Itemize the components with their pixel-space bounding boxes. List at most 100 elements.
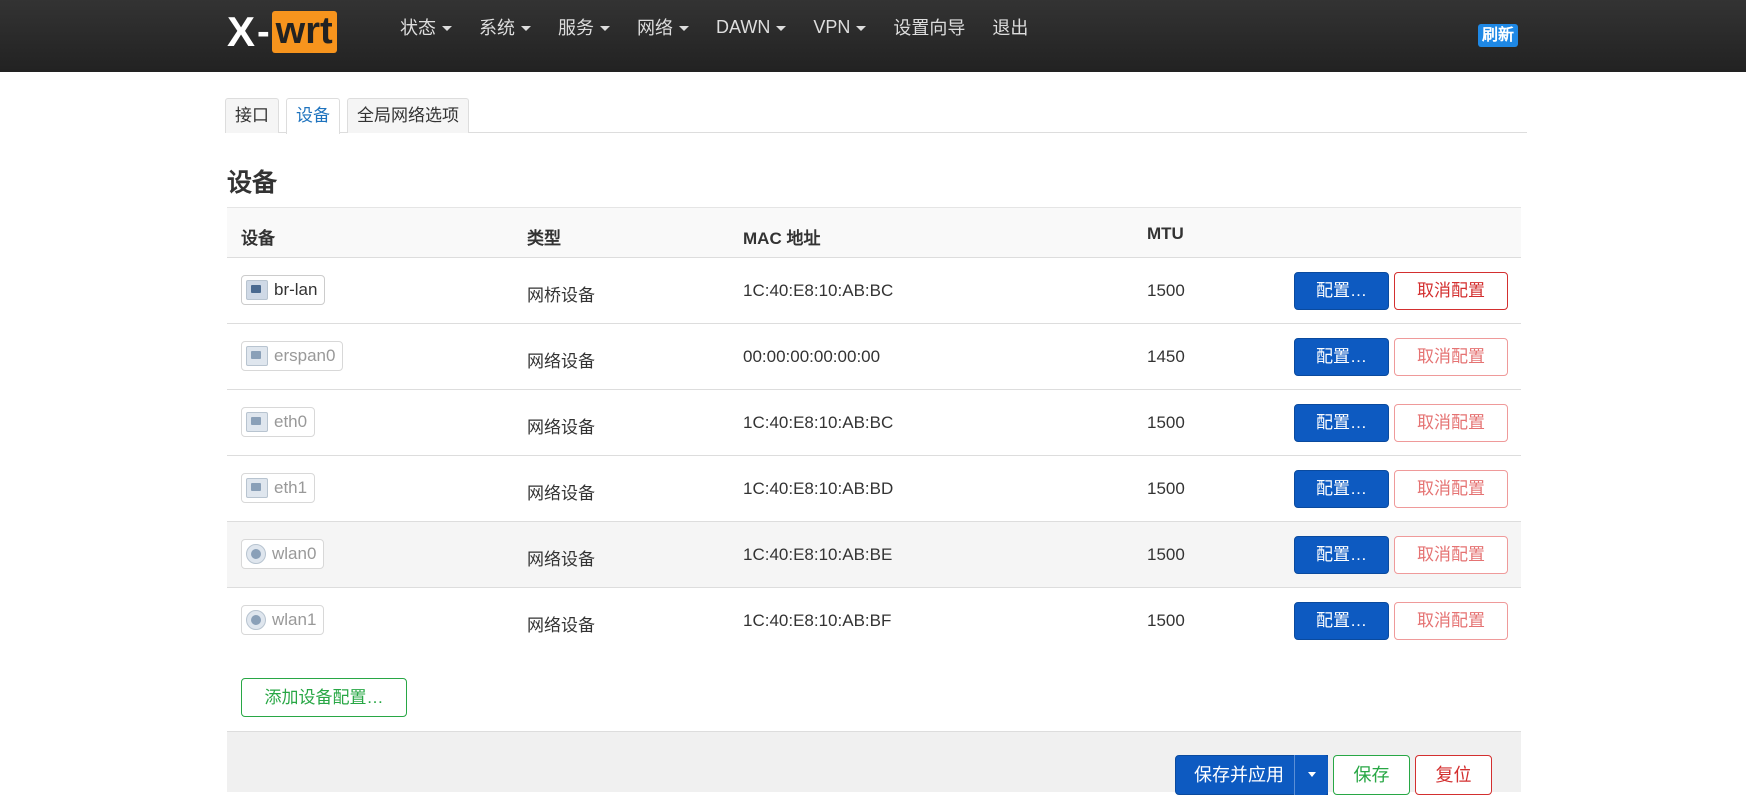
device-mtu: 1500 xyxy=(1147,281,1185,300)
device-mac: 1C:40:E8:10:AB:BF xyxy=(743,611,892,630)
configure-button[interactable]: 配置… xyxy=(1294,338,1389,376)
table-row: eth1 网络设备 1C:40:E8:10:AB:BD 1500 配置… 取消配… xyxy=(227,456,1521,522)
device-type: 网桥设备 xyxy=(527,286,595,305)
menu-status[interactable]: 状态 xyxy=(400,14,452,40)
tab-interfaces[interactable]: 接口 xyxy=(225,98,279,133)
unconfigure-button[interactable]: 取消配置 xyxy=(1394,404,1508,442)
unconfigure-button[interactable]: 取消配置 xyxy=(1394,338,1508,376)
wifi-icon xyxy=(246,544,266,564)
unconfigure-button[interactable]: 取消配置 xyxy=(1394,536,1508,574)
device-cell: br-lan xyxy=(241,275,326,305)
device-type: 网络设备 xyxy=(527,352,595,371)
menu-system[interactable]: 系统 xyxy=(479,14,531,40)
reset-button[interactable]: 复位 xyxy=(1415,755,1492,795)
brand-wrt: wrt xyxy=(271,11,337,53)
configure-button[interactable]: 配置… xyxy=(1294,272,1389,310)
device-type: 网络设备 xyxy=(527,484,595,503)
menu-logout[interactable]: 退出 xyxy=(992,14,1028,40)
device-badge: eth0 xyxy=(241,407,316,437)
device-name: erspan0 xyxy=(274,346,336,365)
configure-button[interactable]: 配置… xyxy=(1294,536,1389,574)
caret-down-icon xyxy=(521,25,531,31)
add-device-config-button[interactable]: 添加设备配置… xyxy=(241,678,407,717)
device-badge: wlan1 xyxy=(241,605,325,635)
menu-label: 状态 xyxy=(400,18,436,38)
unconfigure-button[interactable]: 取消配置 xyxy=(1394,602,1508,640)
device-name: eth1 xyxy=(274,478,308,497)
device-name: br-lan xyxy=(274,280,318,299)
table-row: wlan0 网络设备 1C:40:E8:10:AB:BE 1500 配置… 取消… xyxy=(227,522,1521,588)
menu-label: 退出 xyxy=(992,18,1029,38)
device-mac: 1C:40:E8:10:AB:BD xyxy=(743,479,894,498)
header-mtu: MTU xyxy=(1147,224,1184,243)
device-badge: wlan0 xyxy=(241,539,325,569)
device-type: 网络设备 xyxy=(527,550,595,569)
device-badge: eth1 xyxy=(241,473,316,503)
device-mtu: 1500 xyxy=(1147,545,1185,564)
brand-x: X xyxy=(227,8,256,55)
menu-network[interactable]: 网络 xyxy=(637,14,689,40)
device-type: 网络设备 xyxy=(527,616,595,635)
device-mac: 1C:40:E8:10:AB:BC xyxy=(743,281,894,300)
devices-table: 设备 类型 MAC 地址 MTU br-lan 网桥设备 1C:40:E8:10… xyxy=(227,207,1521,654)
menu-label: 系统 xyxy=(479,18,515,38)
device-mtu: 1500 xyxy=(1147,611,1185,630)
save-apply-dropdown-toggle[interactable] xyxy=(1294,755,1328,795)
device-cell: wlan0 xyxy=(241,539,325,569)
table-row: erspan0 网络设备 00:00:00:00:00:00 1450 配置… … xyxy=(227,324,1521,390)
device-name: eth0 xyxy=(274,412,308,431)
main-menu: 状态 系统 服务 网络 DAWN VPN 设置向导 退出 xyxy=(400,0,1055,54)
menu-label: VPN xyxy=(813,16,851,37)
brand-logo[interactable]: X - wrt xyxy=(227,11,337,53)
unconfigure-button[interactable]: 取消配置 xyxy=(1394,272,1508,310)
unconfigure-button[interactable]: 取消配置 xyxy=(1394,470,1508,508)
menu-label: 服务 xyxy=(558,18,594,38)
ethernet-icon xyxy=(246,346,268,366)
refresh-button[interactable]: 刷新 xyxy=(1478,24,1519,47)
table-header: 设备 类型 MAC 地址 MTU xyxy=(227,207,1521,258)
menu-vpn[interactable]: VPN xyxy=(813,16,867,38)
switch-icon xyxy=(246,412,268,432)
bridge-icon xyxy=(246,280,268,300)
ethernet-icon xyxy=(246,478,268,498)
header-device: 设备 xyxy=(241,229,275,248)
tab-devices[interactable]: 设备 xyxy=(286,98,340,134)
device-badge: erspan0 xyxy=(241,341,344,371)
brand-dash: - xyxy=(257,11,270,53)
menu-wizard[interactable]: 设置向导 xyxy=(893,14,965,40)
device-mac: 00:00:00:00:00:00 xyxy=(743,347,881,366)
table-row: wlan1 网络设备 1C:40:E8:10:AB:BF 1500 配置… 取消… xyxy=(227,588,1521,654)
top-navbar: X - wrt 状态 系统 服务 网络 DAWN VPN 设置向导 退出 刷新 xyxy=(0,0,1746,72)
tab-global-options[interactable]: 全局网络选项 xyxy=(347,98,469,133)
menu-label: DAWN xyxy=(716,16,771,37)
menu-label: 网络 xyxy=(637,18,673,38)
caret-down-icon xyxy=(679,25,689,31)
caret-down-icon xyxy=(856,25,867,31)
device-mac: 1C:40:E8:10:AB:BE xyxy=(743,545,893,564)
device-name: wlan0 xyxy=(272,544,317,563)
device-mtu: 1500 xyxy=(1147,479,1185,498)
device-cell: eth1 xyxy=(241,473,316,503)
menu-dawn[interactable]: DAWN xyxy=(716,16,787,38)
header-mac: MAC 地址 xyxy=(743,229,821,248)
caret-down-icon xyxy=(776,25,787,31)
configure-button[interactable]: 配置… xyxy=(1294,602,1389,640)
tab-bar: 接口 设备 全局网络选项 xyxy=(225,98,1527,134)
save-button[interactable]: 保存 xyxy=(1333,755,1410,795)
device-badge: br-lan xyxy=(241,275,326,305)
device-cell: wlan1 xyxy=(241,605,325,635)
configure-button[interactable]: 配置… xyxy=(1294,470,1389,508)
device-mtu: 1500 xyxy=(1147,413,1185,432)
device-cell: eth0 xyxy=(241,407,316,437)
section-title: 设备 xyxy=(227,169,278,197)
menu-services[interactable]: 服务 xyxy=(558,14,610,40)
device-mtu: 1450 xyxy=(1147,347,1185,366)
caret-down-icon xyxy=(442,25,452,31)
device-name: wlan1 xyxy=(272,610,317,629)
device-type: 网络设备 xyxy=(527,418,595,437)
header-type: 类型 xyxy=(527,229,561,248)
configure-button[interactable]: 配置… xyxy=(1294,404,1389,442)
table-row: br-lan 网桥设备 1C:40:E8:10:AB:BC 1500 配置… 取… xyxy=(227,258,1521,324)
caret-down-icon xyxy=(600,25,610,31)
menu-label: 设置向导 xyxy=(893,18,966,38)
